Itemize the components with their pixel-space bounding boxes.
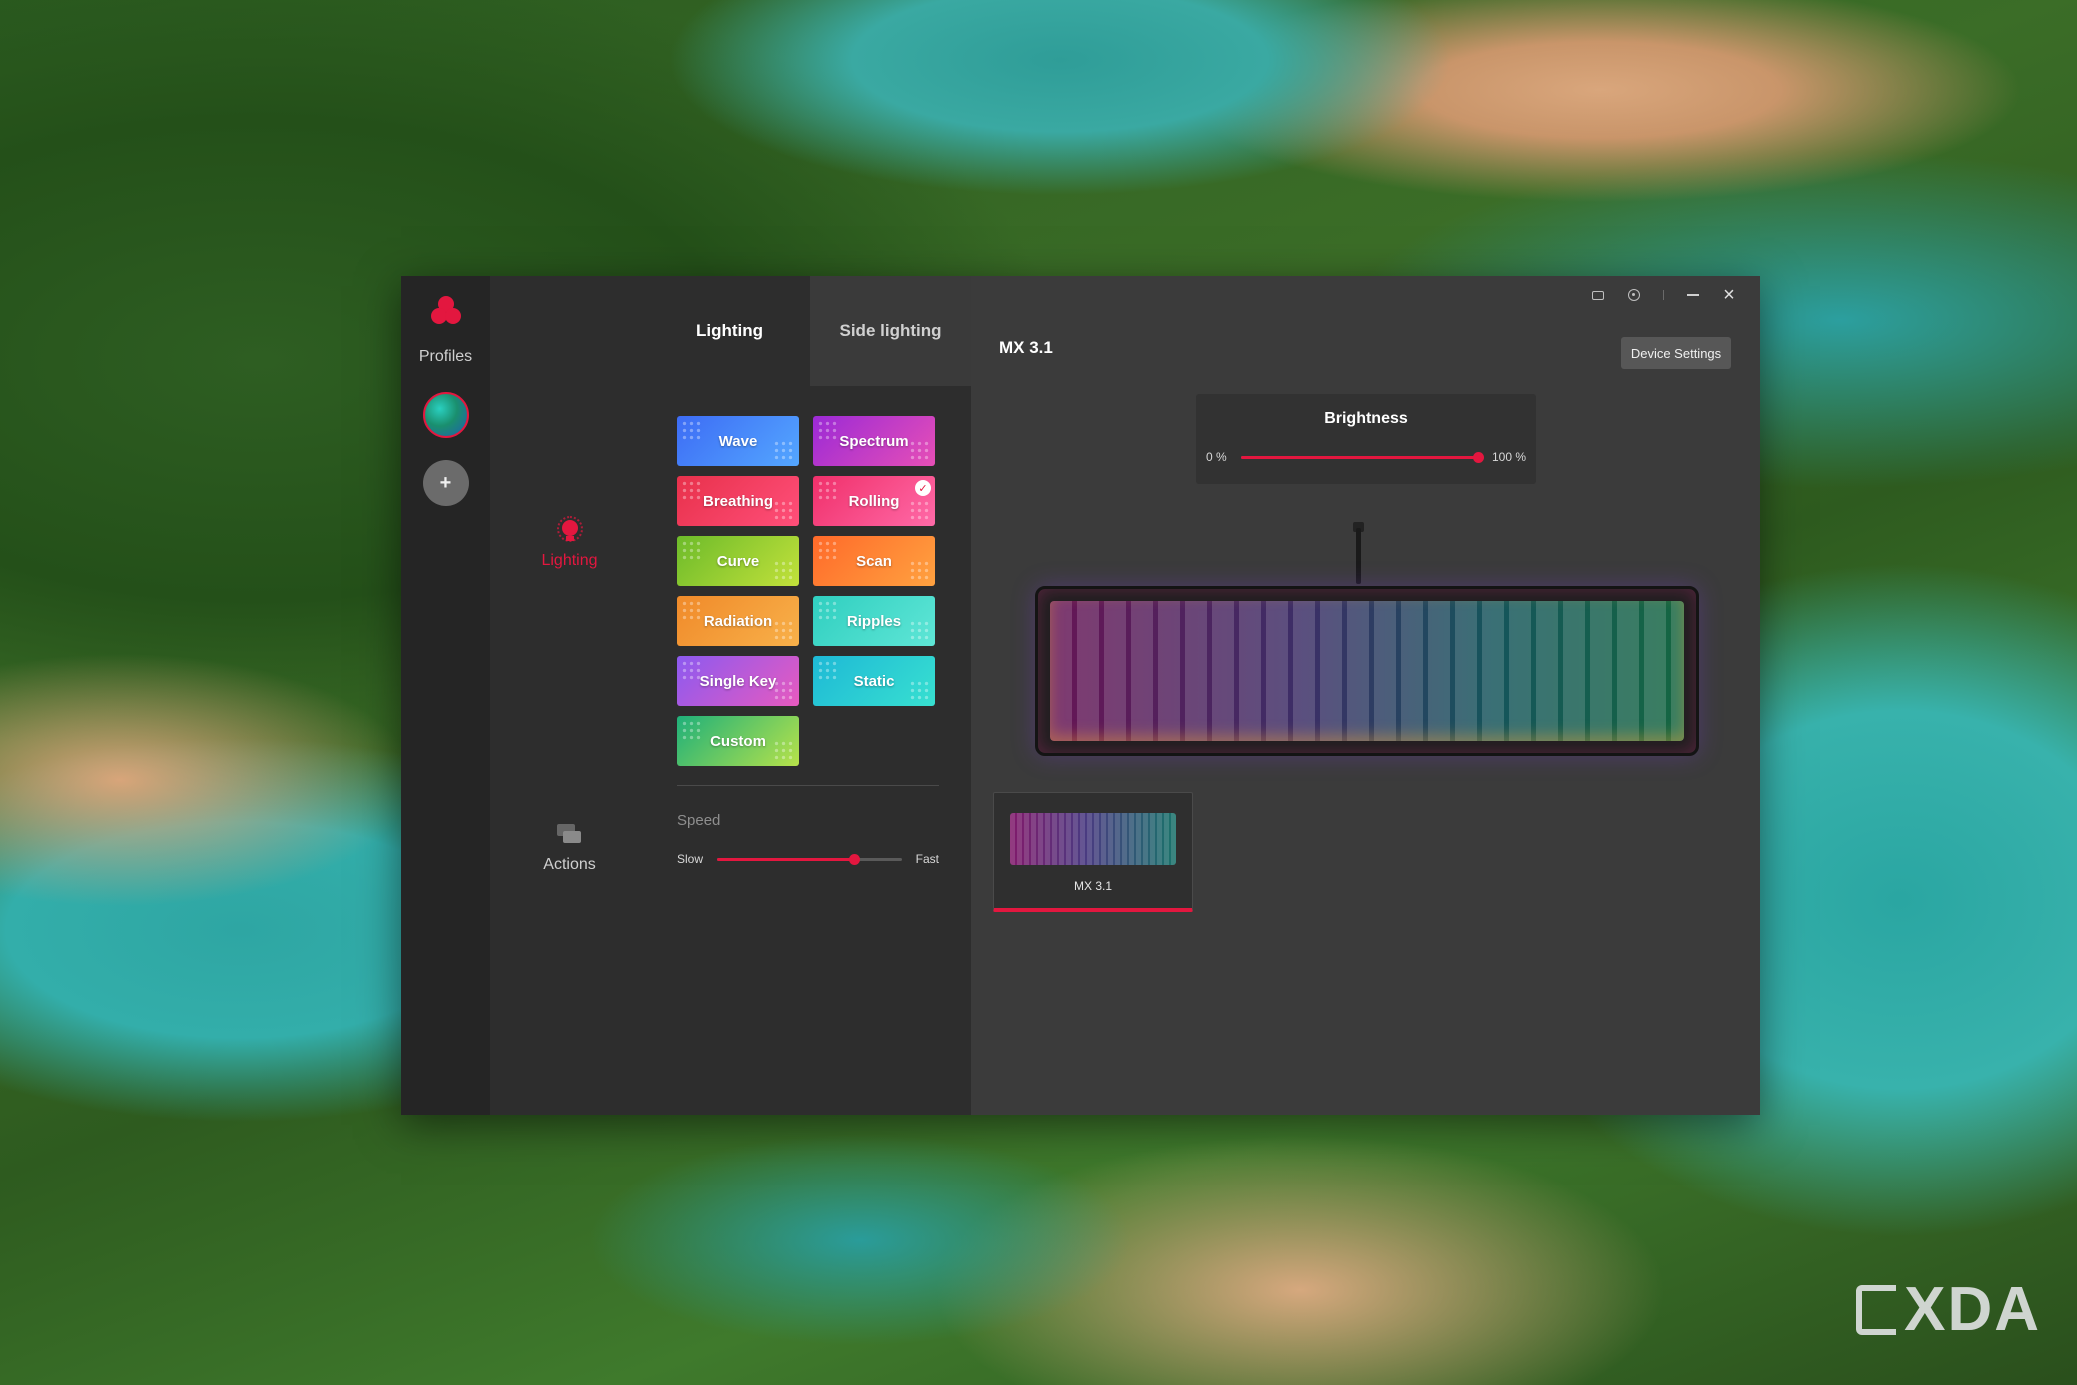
speed-max-label: Fast: [915, 852, 939, 866]
effect-static-button[interactable]: Static: [813, 656, 935, 706]
layers-icon: [556, 824, 583, 846]
window-controls-separator: [1663, 290, 1664, 300]
minimize-icon[interactable]: [1686, 288, 1700, 302]
brightness-slider-thumb[interactable]: [1472, 451, 1484, 463]
effect-scan-button[interactable]: Scan: [813, 536, 935, 586]
brightness-max-label: 100 %: [1491, 450, 1526, 464]
effect-single-key-button[interactable]: Single Key: [677, 656, 799, 706]
speed-title: Speed: [677, 812, 721, 829]
keyboard-cable: [1356, 528, 1361, 584]
speed-slider-row: Slow Fast: [677, 852, 939, 866]
effect-ripples-button[interactable]: Ripples: [813, 596, 935, 646]
profiles-label: Profiles: [418, 348, 473, 365]
divider: [677, 785, 939, 786]
effect-label: Breathing: [702, 492, 773, 510]
watermark-text: XDA: [1904, 1275, 2041, 1344]
effect-breathing-button[interactable]: Breathing: [677, 476, 799, 526]
settings-icon[interactable]: [1627, 288, 1641, 302]
bulb-icon: [556, 516, 583, 546]
effect-radiation-button[interactable]: Radiation: [677, 596, 799, 646]
xda-logo-icon: [1856, 1284, 1897, 1335]
nav-item-actions[interactable]: Actions: [490, 824, 649, 874]
keyboard-thumbnail-image: [1010, 813, 1176, 865]
close-icon[interactable]: ×: [1722, 285, 1736, 305]
profiles-sidebar: Profiles +: [401, 276, 490, 1115]
keyboard-body: [1035, 586, 1699, 756]
brightness-slider[interactable]: [1240, 451, 1484, 463]
device-thumbnail-label: MX 3.1: [1073, 879, 1112, 893]
effect-label: Spectrum: [839, 432, 909, 450]
brightness-slider-fill: [1240, 455, 1478, 459]
main-area: × MX 3.1 Device Settings Brightness 0 % …: [971, 276, 1760, 1115]
effect-label: Single Key: [699, 672, 777, 690]
effect-label: Wave: [718, 432, 758, 450]
tab-lighting[interactable]: Lighting: [649, 276, 810, 386]
cherry-logo-icon: [429, 296, 463, 330]
tab-side-lighting[interactable]: Side lighting: [810, 276, 971, 386]
add-profile-button[interactable]: +: [422, 460, 469, 506]
nav-label-actions: Actions: [543, 856, 596, 873]
nav-item-lighting[interactable]: Lighting: [490, 516, 649, 570]
lighting-tabs: Lighting Side lighting: [649, 276, 971, 386]
keyboard-keys[interactable]: [1050, 601, 1684, 741]
effect-wave-button[interactable]: Wave: [677, 416, 799, 466]
effect-curve-button[interactable]: Curve: [677, 536, 799, 586]
profile-avatar[interactable]: [422, 392, 469, 438]
effect-grid: Wave Spectrum Breathing Rolling ✓ Curve Scan Ra…: [677, 416, 937, 766]
device-thumbnail[interactable]: MX 3.1: [993, 792, 1193, 912]
effect-label: Static: [853, 672, 895, 690]
effect-spectrum-button[interactable]: Spectrum: [813, 416, 935, 466]
effect-custom-button[interactable]: Custom: [677, 716, 799, 766]
speed-slider-thumb[interactable]: [848, 853, 860, 865]
effect-label: Rolling: [848, 492, 900, 510]
nav-label-lighting: Lighting: [541, 552, 598, 569]
brightness-title: Brightness: [1324, 410, 1408, 427]
xda-watermark: XDA: [1856, 1274, 2041, 1345]
effect-label: Curve: [716, 552, 760, 570]
app-window: Profiles + Lighting Actions Lighting Sid…: [401, 276, 1760, 1115]
keyboard-preview[interactable]: [1035, 522, 1699, 756]
effect-label: Ripples: [846, 612, 902, 630]
window-controls: ×: [1591, 285, 1736, 305]
effect-rolling-button[interactable]: Rolling ✓: [813, 476, 935, 526]
effect-label: Scan: [856, 552, 892, 570]
nav-sidebar: Lighting Actions: [490, 276, 649, 1115]
feedback-icon[interactable]: [1591, 288, 1605, 302]
effects-panel: Lighting Side lighting Wave Spectrum Breat…: [649, 276, 971, 1115]
speed-slider-fill: [717, 857, 854, 861]
effect-label: Radiation: [703, 612, 773, 630]
device-settings-button[interactable]: Device Settings: [1621, 337, 1731, 369]
effect-label: Custom: [710, 732, 766, 750]
brightness-card: Brightness 0 % 100 %: [1196, 394, 1536, 484]
check-icon: ✓: [915, 480, 931, 496]
speed-slider[interactable]: [717, 853, 902, 865]
speed-min-label: Slow: [677, 852, 704, 866]
device-title: MX 3.1: [999, 338, 1053, 357]
brightness-slider-row: 0 % 100 %: [1206, 450, 1526, 464]
brightness-min-label: 0 %: [1206, 450, 1227, 464]
